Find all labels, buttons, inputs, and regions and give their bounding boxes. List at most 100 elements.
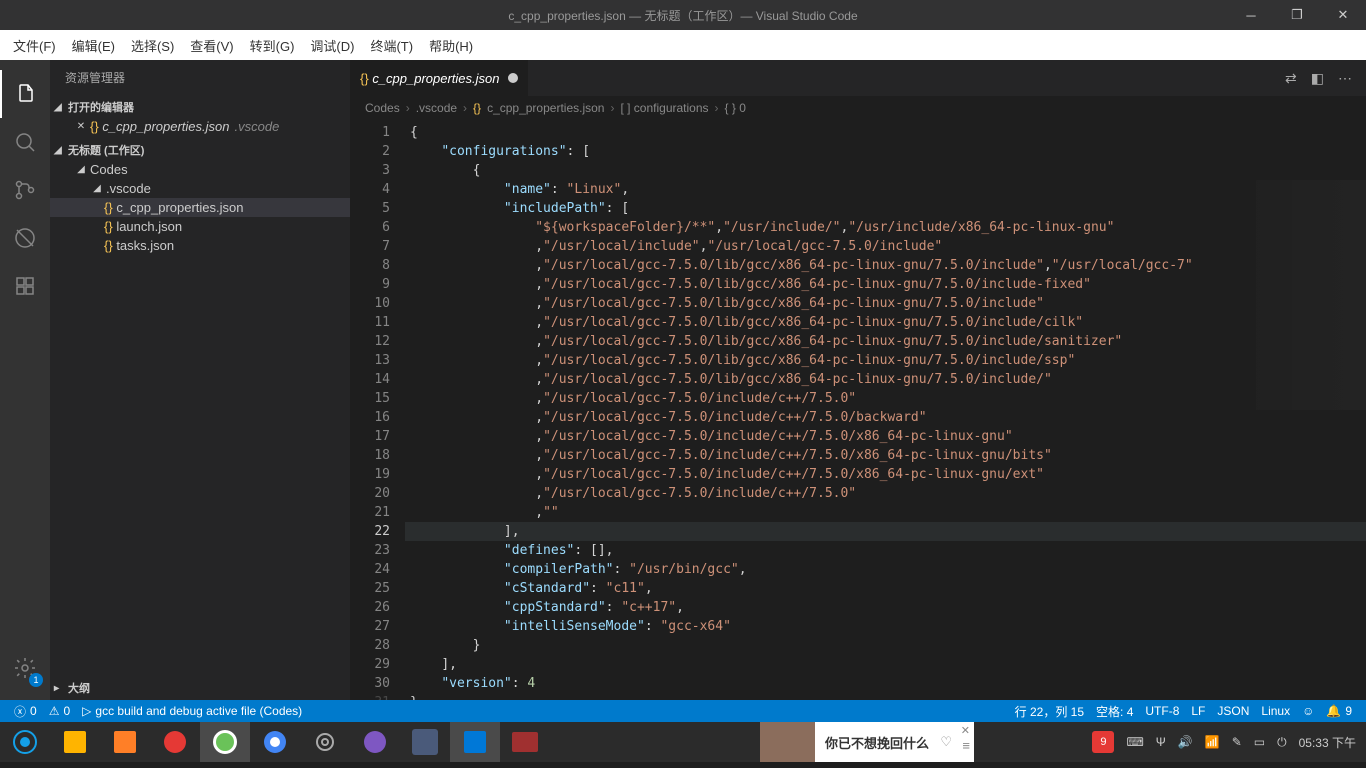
code-content[interactable]: { "configurations": [ { "name": "Linux",…: [405, 120, 1366, 700]
keyboard-icon[interactable]: ⌨: [1126, 735, 1143, 749]
explorer-icon[interactable]: [0, 70, 50, 118]
json-icon: {}: [360, 71, 369, 86]
system-tray: 9 ⌨ Ψ 🔊 📶 ✎ ▭ ⏻ 05:33 下午: [1092, 722, 1366, 762]
smiley-icon: ☺: [1302, 704, 1314, 718]
breadcrumb[interactable]: [ ] configurations: [620, 101, 708, 115]
editor-area: {} c_cpp_properties.json ⇄ ◧ ⋯ Codes› .v…: [350, 60, 1366, 700]
split-editor-icon[interactable]: ◧: [1311, 70, 1324, 87]
taskbar-settings[interactable]: [300, 722, 350, 762]
more-actions-icon[interactable]: ⋯: [1338, 70, 1352, 87]
taskbar-app-1[interactable]: [50, 722, 100, 762]
menu-bar: 文件(F) 编辑(E) 选择(S) 查看(V) 转到(G) 调试(D) 终端(T…: [0, 30, 1366, 60]
file-tasks-json[interactable]: {} tasks.json: [50, 236, 350, 255]
start-menu-icon[interactable]: [0, 722, 50, 762]
workspace-section[interactable]: ◢无标题 (工作区): [50, 140, 350, 160]
breadcrumb[interactable]: Codes: [365, 101, 400, 115]
search-icon[interactable]: [0, 118, 50, 166]
tray-clock[interactable]: 05:33 下午: [1299, 734, 1356, 751]
status-encoding[interactable]: UTF-8: [1139, 703, 1185, 720]
status-eol[interactable]: LF: [1185, 703, 1211, 720]
heart-icon[interactable]: ♡: [940, 734, 952, 750]
tab-c-cpp-properties[interactable]: {} c_cpp_properties.json: [350, 60, 528, 96]
status-notifications[interactable]: 🔔9: [1320, 703, 1358, 720]
compare-changes-icon[interactable]: ⇄: [1285, 70, 1297, 87]
breadcrumb[interactable]: c_cpp_properties.json: [487, 101, 604, 115]
album-art: [760, 722, 815, 762]
menu-view[interactable]: 查看(V): [182, 36, 241, 55]
edit-icon[interactable]: ✎: [1232, 735, 1242, 749]
breadcrumb[interactable]: { } 0: [725, 101, 746, 115]
line-gutter: 1234567891011121314151617181920212223242…: [350, 120, 405, 700]
extensions-icon[interactable]: [0, 262, 50, 310]
status-build-task[interactable]: ▷gcc build and debug active file (Codes): [76, 704, 308, 718]
chevron-down-icon: ◢: [54, 145, 68, 156]
error-icon: ⓧ: [14, 703, 26, 720]
json-icon: {}: [104, 238, 113, 253]
menu-goto[interactable]: 转到(G): [242, 36, 303, 55]
taskbar-app-3[interactable]: [150, 722, 200, 762]
breadcrumb[interactable]: .vscode: [416, 101, 457, 115]
music-close-icon[interactable]: ✕: [961, 724, 970, 737]
volume-icon[interactable]: 🔊: [1178, 735, 1193, 749]
folder-vscode[interactable]: ◢.vscode: [50, 179, 350, 198]
file-c-cpp-properties[interactable]: {} c_cpp_properties.json: [50, 198, 350, 217]
close-dirty-icon[interactable]: ✕: [72, 121, 90, 132]
status-errors[interactable]: ⓧ0: [8, 703, 43, 720]
modified-dot-icon: [508, 73, 518, 83]
status-cursor-pos[interactable]: 行 22，列 15: [1009, 703, 1090, 720]
source-control-icon[interactable]: [0, 166, 50, 214]
status-warnings[interactable]: ⚠0: [43, 704, 76, 718]
status-spaces[interactable]: 空格: 4: [1090, 703, 1139, 720]
chevron-down-icon: ◢: [72, 164, 90, 175]
power-icon[interactable]: ⏻: [1277, 735, 1287, 750]
chevron-right-icon: ▸: [54, 683, 68, 694]
editor-tabs: {} c_cpp_properties.json ⇄ ◧ ⋯: [350, 60, 1366, 96]
taskbar-vscode[interactable]: [450, 722, 500, 762]
minimap[interactable]: [1256, 180, 1366, 410]
debug-icon[interactable]: [0, 214, 50, 262]
breadcrumbs[interactable]: Codes› .vscode› {}c_cpp_properties.json›…: [350, 96, 1366, 120]
outline-section[interactable]: ▸大纲: [50, 678, 350, 698]
status-language[interactable]: JSON: [1211, 703, 1255, 720]
warning-icon: ⚠: [49, 704, 60, 718]
json-icon: {}: [104, 219, 113, 234]
maximize-button[interactable]: ❐: [1274, 0, 1320, 30]
menu-select[interactable]: 选择(S): [123, 36, 182, 55]
os-taskbar: 你已不想挽回什么 ✕ ♡ ≡ 9 ⌨ Ψ 🔊 📶 ✎ ▭ ⏻ 05:33 下午: [0, 722, 1366, 762]
json-icon: {}: [90, 119, 99, 134]
window-title: c_cpp_properties.json — 无标题（工作区）— Visual…: [508, 7, 857, 24]
taskbar-browser[interactable]: [200, 722, 250, 762]
song-title: 你已不想挽回什么: [825, 733, 929, 752]
tray-notification-badge[interactable]: 9: [1092, 731, 1114, 753]
open-editors-section[interactable]: ◢打开的编辑器: [50, 97, 350, 117]
music-player-widget[interactable]: 你已不想挽回什么 ✕ ♡ ≡: [760, 722, 974, 762]
menu-edit[interactable]: 编辑(E): [64, 36, 123, 55]
file-launch-json[interactable]: {} launch.json: [50, 217, 350, 236]
taskbar-app-5[interactable]: [400, 722, 450, 762]
battery-icon[interactable]: ▭: [1254, 735, 1265, 749]
menu-help[interactable]: 帮助(H): [421, 36, 481, 55]
json-icon: {}: [104, 200, 113, 215]
menu-terminal[interactable]: 终端(T): [362, 36, 421, 55]
settings-gear-icon[interactable]: 1: [0, 644, 50, 692]
status-feedback[interactable]: ☺: [1296, 703, 1320, 720]
minimize-button[interactable]: ─: [1228, 0, 1274, 30]
taskbar-chrome[interactable]: [250, 722, 300, 762]
wifi-icon[interactable]: 📶: [1205, 735, 1220, 749]
status-os[interactable]: Linux: [1255, 703, 1296, 720]
usb-icon[interactable]: Ψ: [1156, 735, 1166, 749]
code-editor[interactable]: 1234567891011121314151617181920212223242…: [350, 120, 1366, 700]
taskbar-app-4[interactable]: [350, 722, 400, 762]
playlist-icon[interactable]: ≡: [962, 738, 970, 753]
chevron-down-icon: ◢: [88, 183, 106, 194]
taskbar-terminal[interactable]: [500, 722, 550, 762]
close-button[interactable]: ✕: [1320, 0, 1366, 30]
menu-file[interactable]: 文件(F): [5, 36, 64, 55]
bell-icon: 🔔: [1326, 704, 1341, 718]
folder-codes[interactable]: ◢Codes: [50, 160, 350, 179]
title-bar: c_cpp_properties.json — 无标题（工作区）— Visual…: [0, 0, 1366, 30]
explorer-sidebar: 资源管理器 ◢打开的编辑器 ✕ {} c_cpp_properties.json…: [50, 60, 350, 700]
taskbar-app-2[interactable]: [100, 722, 150, 762]
menu-debug[interactable]: 调试(D): [302, 36, 362, 55]
open-editor-item[interactable]: ✕ {} c_cpp_properties.json .vscode: [50, 117, 350, 136]
